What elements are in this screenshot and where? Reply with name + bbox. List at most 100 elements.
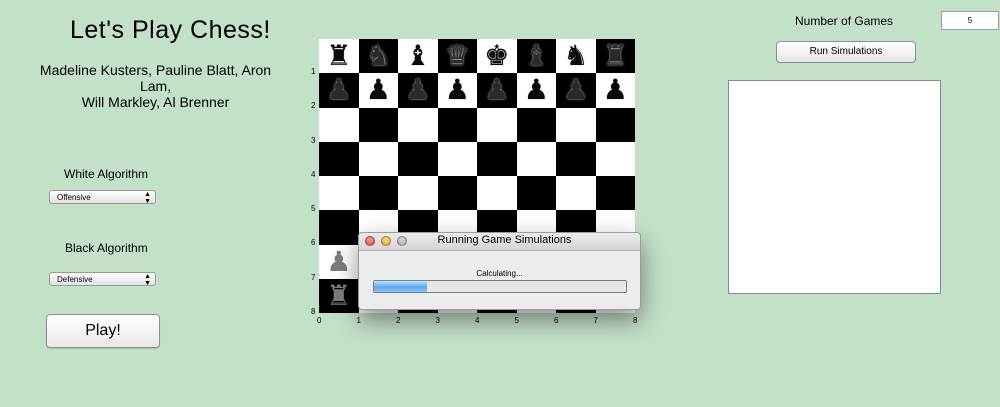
board-square[interactable] xyxy=(477,107,517,142)
board-square[interactable]: ♚ xyxy=(477,39,517,74)
rank-label: 8 xyxy=(311,306,316,316)
file-label: 1 xyxy=(356,316,361,325)
black-rook-icon[interactable]: ♜ xyxy=(603,42,628,70)
board-square[interactable]: ♟ xyxy=(358,73,398,108)
board-square[interactable] xyxy=(477,141,517,176)
board-square[interactable] xyxy=(595,141,635,176)
file-label: 3 xyxy=(435,316,440,325)
black-knight-icon[interactable]: ♞ xyxy=(563,42,588,70)
file-label: 8 xyxy=(633,316,638,325)
board-square[interactable]: ♟ xyxy=(477,73,517,108)
simulation-progress-dialog: Running Game Simulations Calculating... xyxy=(358,232,641,310)
board-square[interactable] xyxy=(556,141,596,176)
board-square[interactable]: ♜ xyxy=(319,39,359,74)
board-square[interactable]: ♟ xyxy=(398,73,438,108)
black-bishop-icon[interactable]: ♝ xyxy=(524,42,549,70)
dialog-title: Running Game Simulations xyxy=(437,234,572,246)
white-pawn-icon[interactable]: ♟ xyxy=(326,247,351,276)
rank-label: 5 xyxy=(311,204,316,213)
board-square[interactable] xyxy=(516,107,556,142)
board-square[interactable]: ♟ xyxy=(319,244,359,279)
number-of-games-label: Number of Games xyxy=(795,14,894,28)
board-square[interactable] xyxy=(595,107,635,142)
black-pawn-icon[interactable]: ♟ xyxy=(603,76,628,104)
white-algorithm-select[interactable]: Offensive ▲ ▼ xyxy=(49,190,156,205)
black-knight-icon[interactable]: ♞ xyxy=(366,42,391,70)
file-label: 5 xyxy=(514,316,519,325)
black-pawn-icon[interactable]: ♟ xyxy=(563,76,588,104)
board-square[interactable]: ♟ xyxy=(556,73,596,108)
select-arrows-icon: ▲ ▼ xyxy=(144,191,151,205)
white-algorithm-label: White Algorithm xyxy=(64,167,149,181)
number-of-games-input[interactable]: 5 xyxy=(941,11,999,30)
board-square[interactable]: ♞ xyxy=(358,39,398,74)
board-square[interactable] xyxy=(477,176,517,211)
status-text: Calculating... xyxy=(476,269,523,278)
black-algorithm-value: Defensive xyxy=(57,275,93,284)
rank-label: 2 xyxy=(311,101,316,111)
board-square[interactable]: ♟ xyxy=(437,73,477,108)
rank-label: 4 xyxy=(311,169,316,179)
board-square[interactable]: ♜ xyxy=(595,39,635,74)
board-square[interactable]: ♜ xyxy=(319,278,359,313)
board-square[interactable] xyxy=(358,176,398,211)
board-square[interactable] xyxy=(556,107,596,142)
board-square[interactable] xyxy=(437,141,477,176)
board-square[interactable]: ♝ xyxy=(398,39,438,74)
board-square[interactable]: ♝ xyxy=(516,39,556,74)
file-label: 7 xyxy=(593,316,598,325)
progress-bar xyxy=(373,280,627,293)
file-label: 4 xyxy=(475,316,480,325)
board-square[interactable] xyxy=(319,141,359,176)
board-square[interactable]: ♞ xyxy=(556,39,596,74)
board-square[interactable]: ♟ xyxy=(595,73,635,108)
white-rook-icon[interactable]: ♜ xyxy=(326,281,351,310)
board-square[interactable] xyxy=(437,107,477,142)
black-pawn-icon[interactable]: ♟ xyxy=(326,76,351,104)
rank-label: 6 xyxy=(311,238,316,248)
black-pawn-icon[interactable]: ♟ xyxy=(524,76,549,104)
board-square[interactable] xyxy=(516,141,556,176)
board-square[interactable] xyxy=(398,107,438,142)
board-square[interactable]: ♛ xyxy=(437,39,477,74)
black-algorithm-select[interactable]: Defensive ▲ ▼ xyxy=(49,272,156,287)
board-square[interactable] xyxy=(319,107,359,142)
select-arrows-icon: ▲ ▼ xyxy=(144,273,151,287)
board-square[interactable] xyxy=(319,210,359,245)
app-title: Let's Play Chess! xyxy=(70,16,271,44)
board-square[interactable] xyxy=(398,141,438,176)
file-label: 6 xyxy=(554,316,559,325)
board-square[interactable] xyxy=(437,176,477,211)
black-pawn-icon[interactable]: ♟ xyxy=(405,76,430,104)
black-king-icon[interactable]: ♚ xyxy=(484,42,509,70)
play-button[interactable]: Play! xyxy=(46,314,160,348)
black-bishop-icon[interactable]: ♝ xyxy=(405,42,430,70)
authors-line-3: Will Markley, Al Brenner xyxy=(81,94,230,110)
black-pawn-icon[interactable]: ♟ xyxy=(484,76,509,104)
black-queen-icon[interactable]: ♛ xyxy=(445,42,470,70)
run-simulations-button[interactable]: Run Simulations xyxy=(776,41,916,63)
board-square[interactable]: ♟ xyxy=(516,73,556,108)
board-square[interactable] xyxy=(595,176,635,211)
black-pawn-icon[interactable]: ♟ xyxy=(445,76,470,104)
black-rook-icon[interactable]: ♜ xyxy=(326,42,351,70)
rank-label: 7 xyxy=(311,272,316,282)
white-algorithm-value: Offensive xyxy=(57,193,91,202)
board-square[interactable] xyxy=(556,176,596,211)
board-square[interactable] xyxy=(319,176,359,211)
rank-label: 1 xyxy=(311,67,316,76)
board-square[interactable] xyxy=(398,176,438,211)
file-label: 0 xyxy=(317,316,322,325)
authors-line-1: Madeline Kusters, Pauline Blatt, Aron xyxy=(39,62,272,78)
board-square[interactable] xyxy=(516,176,556,211)
rank-label: 3 xyxy=(311,135,316,145)
board-square[interactable] xyxy=(358,141,398,176)
authors: Madeline Kusters, Pauline Blatt, Aron La… xyxy=(28,62,283,110)
black-pawn-icon[interactable]: ♟ xyxy=(366,76,391,104)
results-output-area[interactable] xyxy=(728,80,941,294)
dialog-titlebar[interactable]: Running Game Simulations xyxy=(359,233,640,251)
file-label: 2 xyxy=(396,316,401,325)
board-square[interactable]: ♟ xyxy=(319,73,359,108)
authors-line-2: Lam, xyxy=(139,78,172,94)
board-square[interactable] xyxy=(358,107,398,142)
